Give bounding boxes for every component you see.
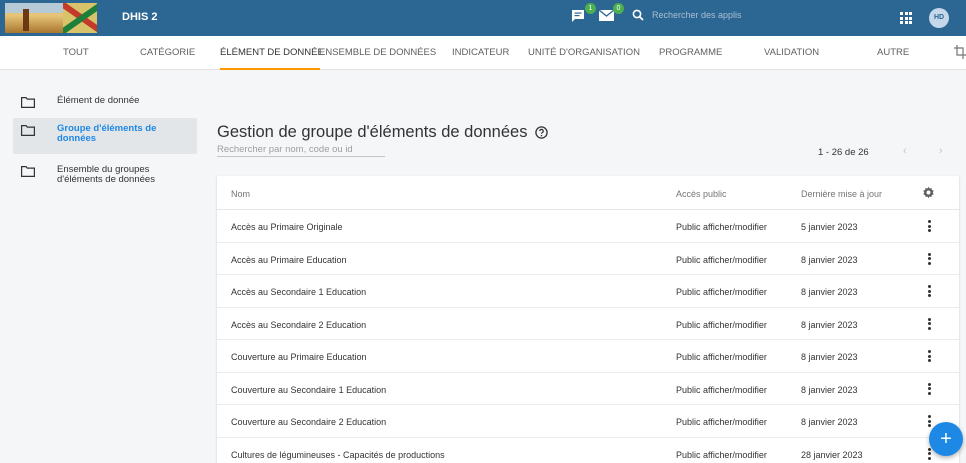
row-last-updated: 8 janvier 2023 bbox=[801, 254, 858, 265]
messages-badge: 0 bbox=[613, 3, 624, 14]
folder-icon bbox=[21, 97, 35, 108]
pager-prev-icon[interactable]: ‹ bbox=[903, 145, 907, 157]
list-search[interactable] bbox=[217, 139, 385, 157]
table-row[interactable]: Accès au Primaire Originale Public affic… bbox=[217, 210, 959, 243]
row-public-access: Public afficher/modifier bbox=[676, 287, 767, 297]
row-actions-icon[interactable] bbox=[928, 220, 931, 232]
row-last-updated: 8 janvier 2023 bbox=[801, 384, 858, 395]
flag-image bbox=[63, 3, 97, 33]
sidebar-item-label: Élément de donnée bbox=[57, 95, 140, 106]
row-name: Couverture au Secondaire 1 Education bbox=[231, 384, 387, 395]
interpretations-button[interactable]: 1 bbox=[570, 3, 596, 26]
row-last-updated: 8 janvier 2023 bbox=[801, 319, 858, 330]
logo-image bbox=[5, 3, 63, 33]
table-row[interactable]: Accès au Primaire Education Public affic… bbox=[217, 243, 959, 275]
sidebar-item-label: Ensemble du groupes d'éléments de donnée… bbox=[57, 164, 155, 185]
row-actions-icon[interactable] bbox=[928, 317, 931, 330]
row-public-access: Public afficher/modifier bbox=[676, 384, 767, 395]
tab-validation[interactable]: VALIDATION bbox=[764, 47, 819, 58]
row-name: Accès au Primaire Education bbox=[231, 254, 347, 265]
table-row[interactable]: Couverture au Primaire Education Public … bbox=[217, 340, 959, 373]
folder-icon bbox=[21, 166, 35, 177]
folder-icon bbox=[21, 125, 35, 136]
gear-icon[interactable] bbox=[922, 186, 935, 199]
row-name: Couverture au Secondaire 2 Education bbox=[231, 417, 387, 427]
table-row[interactable]: Accès au Secondaire 2 Education Public a… bbox=[217, 308, 959, 340]
row-name: Accès au Secondaire 2 Education bbox=[231, 319, 367, 330]
pager-text: 1 - 26 de 26 bbox=[818, 147, 869, 158]
app-search-input[interactable] bbox=[652, 10, 862, 20]
crop-icon[interactable] bbox=[954, 45, 966, 59]
column-header-name[interactable]: Nom bbox=[231, 189, 250, 199]
app-logo[interactable] bbox=[5, 3, 97, 33]
row-last-updated: 8 janvier 2023 bbox=[801, 287, 858, 297]
tab-categorie[interactable]: CATÉGORIE bbox=[140, 47, 195, 58]
messages-button[interactable]: 0 bbox=[598, 3, 624, 26]
row-last-updated: 5 janvier 2023 bbox=[801, 222, 858, 232]
row-last-updated: 28 janvier 2023 bbox=[801, 449, 863, 460]
sidebar-item-groupe-elements[interactable]: Groupe d'éléments de données bbox=[13, 118, 197, 154]
row-name: Accès au Primaire Originale bbox=[231, 222, 343, 232]
tab-indicateur[interactable]: INDICATEUR bbox=[452, 47, 509, 58]
row-public-access: Public afficher/modifier bbox=[676, 449, 767, 460]
row-actions-icon[interactable] bbox=[928, 350, 931, 362]
row-public-access: Public afficher/modifier bbox=[676, 222, 767, 232]
chat-icon bbox=[572, 10, 584, 22]
row-last-updated: 8 janvier 2023 bbox=[801, 352, 858, 362]
help-icon[interactable] bbox=[535, 126, 549, 139]
column-header-public-access[interactable]: Accès public bbox=[676, 189, 727, 199]
section-tabs: TOUT CATÉGORIE ÉLÉMENT DE DONNÉE ENSEMBL… bbox=[0, 36, 966, 70]
row-public-access: Public afficher/modifier bbox=[676, 254, 767, 265]
data-table: Nom Accès public Dernière mise à jour Ac… bbox=[217, 176, 959, 463]
tab-ensemble-de-donnees[interactable]: ENSEMBLE DE DONNÉES bbox=[319, 47, 436, 58]
sidebar-item-ensemble-groupes[interactable]: Ensemble du groupes d'éléments de donnée… bbox=[13, 159, 197, 191]
app-title: DHIS 2 bbox=[122, 11, 158, 23]
row-actions-icon[interactable] bbox=[928, 415, 931, 427]
table-row[interactable]: Cultures de légumineuses - Capacités de … bbox=[217, 438, 959, 463]
tab-programme[interactable]: PROGRAMME bbox=[659, 47, 722, 58]
tab-tout[interactable]: TOUT bbox=[63, 47, 89, 58]
row-name: Accès au Secondaire 1 Education bbox=[231, 287, 367, 297]
tab-autre[interactable]: AUTRE bbox=[877, 47, 909, 58]
row-actions-icon[interactable] bbox=[928, 382, 931, 395]
add-button[interactable]: + bbox=[929, 422, 963, 456]
sidebar-item-element-de-donnee[interactable]: Élément de donnée bbox=[13, 90, 197, 114]
active-tab-indicator bbox=[220, 68, 320, 70]
row-public-access: Public afficher/modifier bbox=[676, 417, 767, 427]
sidebar: Élément de donnée Groupe d'éléments de d… bbox=[0, 70, 210, 463]
row-name: Cultures de légumineuses - Capacités de … bbox=[231, 449, 445, 460]
column-header-last-updated[interactable]: Dernière mise à jour bbox=[801, 189, 882, 199]
row-last-updated: 8 janvier 2023 bbox=[801, 417, 858, 427]
list-search-input[interactable] bbox=[217, 144, 385, 155]
row-public-access: Public afficher/modifier bbox=[676, 319, 767, 330]
row-public-access: Public afficher/modifier bbox=[676, 352, 767, 362]
interpretations-badge: 1 bbox=[585, 3, 596, 14]
tab-unite-organisation[interactable]: UNITÉ D'ORGANISATION bbox=[528, 47, 640, 58]
avatar[interactable]: HD bbox=[929, 8, 949, 28]
row-name: Couverture au Primaire Education bbox=[231, 352, 367, 362]
row-actions-icon[interactable] bbox=[928, 252, 931, 265]
app-search[interactable] bbox=[632, 9, 862, 21]
row-actions-icon[interactable] bbox=[928, 447, 931, 460]
row-actions-icon[interactable] bbox=[928, 285, 931, 297]
apps-grid-icon[interactable] bbox=[900, 12, 912, 24]
table-row[interactable]: Accès au Secondaire 1 Education Public a… bbox=[217, 275, 959, 308]
table-row[interactable]: Couverture au Secondaire 1 Education Pub… bbox=[217, 373, 959, 405]
table-row[interactable]: Couverture au Secondaire 2 Education Pub… bbox=[217, 405, 959, 438]
header-bar: DHIS 2 1 0 HD bbox=[0, 0, 966, 36]
tab-element-de-donnee[interactable]: ÉLÉMENT DE DONNÉE bbox=[220, 47, 324, 58]
search-icon bbox=[632, 9, 644, 21]
table-header: Nom Accès public Dernière mise à jour bbox=[217, 176, 959, 210]
pager-next-icon[interactable]: › bbox=[939, 145, 943, 157]
sidebar-item-label: Groupe d'éléments de données bbox=[57, 123, 157, 144]
